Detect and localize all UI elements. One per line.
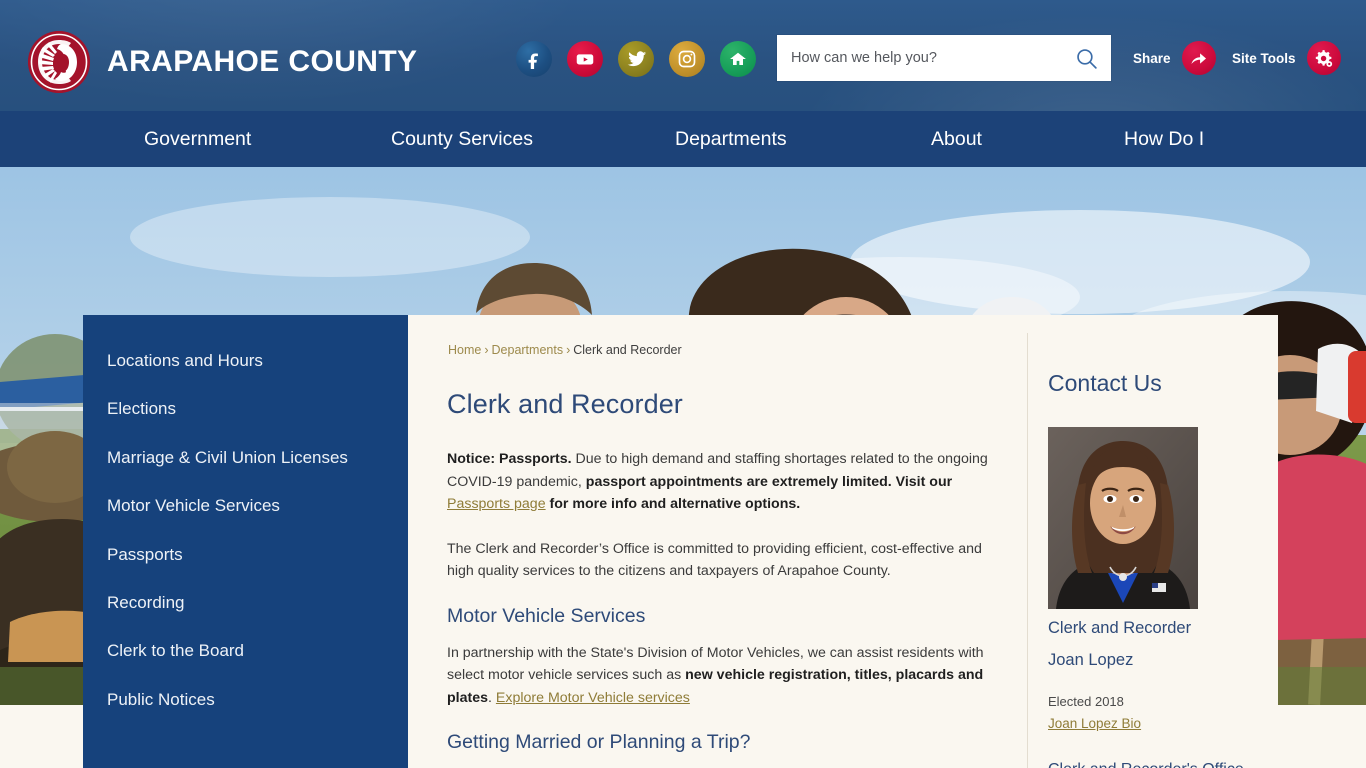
section-sidebar: Locations and Hours Elections Marriage &… (83, 315, 408, 768)
share-arrow-icon[interactable] (1181, 41, 1216, 75)
avatar (1048, 427, 1198, 609)
breadcrumb-departments[interactable]: Departments (492, 343, 564, 357)
intro-paragraph: The Clerk and Recorder’s Office is commi… (447, 540, 982, 580)
contact-role[interactable]: Clerk and Recorder (1048, 615, 1278, 641)
social-links (516, 41, 756, 77)
search-bar[interactable] (777, 35, 1111, 81)
joan-lopez-bio-link[interactable]: Joan Lopez Bio (1048, 716, 1141, 731)
breadcrumb-separator-2: › (566, 343, 571, 357)
heading-motor-vehicle-services: Motor Vehicle Services (447, 604, 646, 627)
explore-motor-vehicle-services-link[interactable]: Explore Motor Vehicle services (496, 690, 690, 706)
nav-item-about[interactable]: About (931, 111, 982, 167)
logo-wordmark: ARAPAHOE COUNTY (107, 45, 418, 78)
nav-item-county-services[interactable]: County Services (391, 111, 533, 167)
site-tools-label: Site Tools (1232, 50, 1296, 66)
main-navigation: Government County Services Departments A… (0, 111, 1366, 167)
breadcrumb-current: Clerk and Recorder (573, 343, 682, 357)
breadcrumb-separator-1: › (484, 343, 489, 357)
contact-us-rail: Contact Us Clerk and Recorder Joan Lopez… (1048, 370, 1278, 768)
page-root: ARAPAHOE COUNTY How can we help you? Sha… (0, 0, 1366, 768)
share-label: Share (1133, 50, 1171, 66)
page-title: Clerk and Recorder (447, 389, 683, 419)
contact-person-name[interactable]: Joan Lopez (1048, 647, 1278, 673)
sidebar-item-locations-and-hours[interactable]: Locations and Hours (83, 337, 408, 385)
contact-us-title: Contact Us (1048, 370, 1162, 396)
nav-item-departments[interactable]: Departments (675, 111, 787, 167)
sidebar-item-motor-vehicle-services[interactable]: Motor Vehicle Services (83, 482, 408, 530)
share-button[interactable]: Share (1133, 41, 1216, 75)
notice-lead: Notice: Passports. (447, 451, 572, 467)
sidebar-item-clerk-to-the-board[interactable]: Clerk to the Board (83, 627, 408, 675)
site-logo[interactable]: ARAPAHOE COUNTY (28, 31, 417, 93)
contact-office-name: Clerk and Recorder's Office (1048, 759, 1278, 768)
passport-notice-paragraph: Notice: Passports. Due to high demand an… (447, 448, 993, 516)
sidebar-item-public-notices[interactable]: Public Notices (83, 676, 408, 724)
site-header: ARAPAHOE COUNTY How can we help you? Sha… (0, 0, 1366, 111)
breadcrumb: Home › Departments › Clerk and Recorder (448, 343, 682, 357)
facebook-icon[interactable] (516, 41, 552, 77)
arapahoe-county-seal-icon (28, 31, 90, 93)
sidebar-item-elections[interactable]: Elections (83, 385, 408, 433)
search-input[interactable] (777, 35, 1061, 81)
breadcrumb-home[interactable]: Home (448, 343, 481, 357)
nextdoor-icon[interactable] (720, 41, 756, 77)
passports-page-link[interactable]: Passports page (447, 496, 546, 512)
instagram-icon[interactable] (669, 41, 705, 77)
nav-item-how-do-i[interactable]: How Do I (1124, 111, 1204, 167)
mvs-text-2: . (488, 689, 496, 706)
sidebar-item-marriage-civil-union-licenses[interactable]: Marriage & Civil Union Licenses (83, 434, 408, 482)
nav-item-government[interactable]: Government (144, 111, 251, 167)
motor-vehicle-paragraph: In partnership with the State's Division… (447, 642, 993, 710)
notice-bold-2: for more info and alternative options. (545, 496, 801, 512)
content-divider (1027, 333, 1028, 768)
article-body: Notice: Passports. Due to high demand an… (447, 448, 993, 768)
twitter-icon[interactable] (618, 41, 654, 77)
search-submit-button[interactable] (1061, 35, 1111, 81)
site-tools-button[interactable]: Site Tools (1232, 41, 1341, 75)
gear-icon[interactable] (1306, 41, 1341, 75)
notice-bold-1: passport appointments are extremely limi… (585, 473, 953, 490)
heading-getting-married: Getting Married or Planning a Trip? (447, 731, 751, 753)
contact-elected-year: Elected 2018 (1048, 694, 1124, 709)
sidebar-item-recording[interactable]: Recording (83, 579, 408, 627)
youtube-icon[interactable] (567, 41, 603, 77)
sidebar-item-passports[interactable]: Passports (83, 531, 408, 579)
